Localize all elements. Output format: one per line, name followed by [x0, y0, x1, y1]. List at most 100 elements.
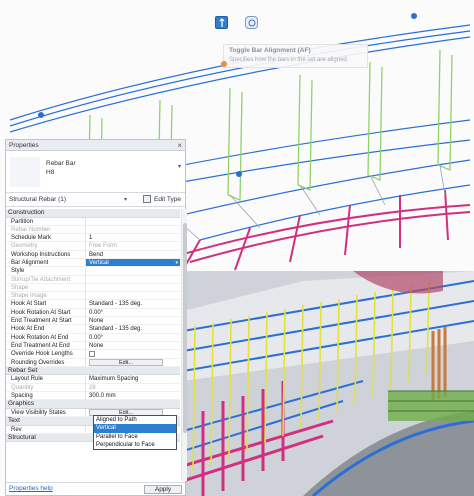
chevron-down-icon[interactable]: ▾ [124, 196, 127, 203]
property-value[interactable]: Bend [86, 251, 180, 258]
property-row: Spacing 300.0 mm [6, 391, 180, 401]
property-label: Style [6, 267, 86, 275]
rebar-type-icon [10, 157, 40, 187]
property-label: Hook At Start [6, 300, 86, 308]
rendered-view [183, 271, 474, 496]
property-row: Hook Rotation At End 0.00° [6, 333, 180, 342]
property-value[interactable]: Vertical ▾ [86, 258, 180, 267]
property-value[interactable]: None [86, 342, 180, 349]
property-label: Override Hook Lengths [6, 350, 86, 358]
property-row: Stirrup/Tie Attachment [6, 275, 180, 284]
property-label: Rebar Number [6, 225, 86, 234]
property-row: Style [6, 267, 180, 276]
type-selector[interactable]: Rebar Bar H8 ▾ [6, 151, 185, 193]
property-value[interactable]: 1 [86, 234, 180, 241]
property-value[interactable] [86, 350, 180, 358]
property-label: Rounding Overrides [6, 358, 86, 366]
close-icon[interactable]: × [177, 141, 182, 150]
property-row: Rebar Number [6, 225, 180, 235]
group-header[interactable]: Graphics [6, 400, 180, 409]
checkbox[interactable] [89, 351, 95, 358]
properties-scrollbar[interactable] [181, 209, 187, 481]
property-value[interactable] [86, 218, 180, 225]
rotation-grip[interactable] [221, 61, 227, 67]
property-value[interactable]: 0.00° [86, 309, 180, 316]
grip-handle[interactable] [38, 112, 44, 118]
property-value[interactable]: Maximum Spacing [86, 375, 180, 382]
property-label: Workshop Instructions [6, 250, 86, 258]
scroll-thumb[interactable] [183, 223, 187, 433]
property-row: End Treatment At End None [6, 341, 180, 351]
property-row: Quantity 28 [6, 383, 180, 392]
transverse-bars [159, 164, 446, 241]
group-header[interactable]: Rebar Set [6, 366, 180, 376]
property-value[interactable]: Standard - 135 deg. [86, 300, 180, 307]
toggle-bar-alignment-button[interactable] [215, 16, 228, 29]
chevron-down-icon[interactable]: ▾ [178, 163, 181, 170]
bar-alignment-value: Vertical [89, 259, 109, 266]
property-label: Partition [6, 217, 86, 225]
property-label: Hook Rotation At Start [6, 308, 86, 317]
property-value[interactable]: Edit... [86, 359, 180, 366]
apply-button[interactable]: Apply [144, 484, 182, 494]
property-row: Shape Image [6, 292, 180, 301]
tooltip-title: Toggle Bar Alignment (AF) [229, 47, 311, 54]
type-name: Rebar Bar H8 [46, 159, 76, 177]
dropdown-option[interactable]: Aligned to Path [94, 416, 176, 424]
grip-handle[interactable] [411, 13, 417, 19]
property-value[interactable]: 300.0 mm [86, 392, 180, 399]
property-value [86, 226, 180, 233]
properties-titlebar: Properties × [6, 140, 185, 151]
chevron-down-icon[interactable]: ▾ [175, 259, 178, 266]
property-row: Hook At End Standard - 135 deg. [6, 325, 180, 334]
property-row: Shape [6, 283, 180, 293]
property-label: View Visibility States [6, 408, 86, 417]
type-family-label: Rebar Bar [46, 160, 76, 167]
type-size-label: H8 [46, 169, 55, 176]
property-label: Quantity [6, 383, 86, 391]
property-label: Hook At End [6, 325, 86, 333]
edit-type-label: Edit Type [154, 195, 181, 203]
property-row: Layout Rule Maximum Spacing [6, 375, 180, 384]
path-rotate-icon [248, 19, 256, 27]
property-row: Bar Alignment Vertical ▾ [6, 258, 180, 268]
property-row: Hook Rotation At Start 0.00° [6, 308, 180, 318]
bar-alignment-dropdown[interactable]: Aligned to Path Vertical Parallel to Face P… [93, 415, 177, 450]
rebar-alignment-icon [219, 18, 225, 27]
dropdown-option[interactable]: Vertical [94, 424, 176, 433]
edit-button[interactable]: Edit... [89, 359, 163, 366]
group-header[interactable]: Construction [6, 209, 180, 218]
properties-panel: Properties × Rebar Bar H8 ▾ Structural R… [5, 139, 187, 496]
property-value[interactable]: Standard - 135 deg. [86, 325, 180, 332]
property-row: Hook At Start Standard - 135 deg. [6, 300, 180, 309]
property-value [86, 292, 180, 299]
property-value[interactable]: None [86, 317, 180, 324]
property-value: Free Form [89, 243, 118, 250]
properties-help-link[interactable]: Properties help [9, 485, 53, 492]
instance-filter[interactable]: Structural Rebar (1) [9, 196, 66, 203]
property-label: Spacing [6, 391, 86, 400]
property-row: Geometry Free Form [6, 242, 180, 251]
property-value[interactable] [86, 267, 180, 274]
property-label: Shape Image [6, 292, 86, 300]
property-row: Rounding Overrides Edit... [6, 358, 180, 367]
property-label: Hook Rotation At End [6, 333, 86, 341]
magenta-bars [179, 189, 471, 276]
property-value [86, 276, 180, 283]
grip-handle[interactable] [236, 171, 242, 177]
dropdown-option[interactable]: Parallel to Face [94, 433, 176, 441]
property-value[interactable]: 0.00° [86, 334, 180, 341]
dropdown-option[interactable]: Perpendicular to Face [94, 441, 176, 449]
property-label: End Treatment At Start [6, 317, 86, 325]
edit-type-button[interactable]: Edit Type [143, 195, 181, 203]
property-label: End Treatment At End [6, 341, 86, 350]
property-row: Schedule Mark 1 [6, 234, 180, 243]
instance-filter-row: Structural Rebar (1) ▾ Edit Type [6, 193, 185, 207]
property-row: Workshop Instructions Bend [6, 250, 180, 259]
tooltip-description: Specifies how the bars in the set are al… [229, 57, 349, 63]
path-rotate-button[interactable] [245, 16, 258, 29]
property-row: End Treatment At Start None [6, 317, 180, 326]
rendered-rebar-image [183, 271, 474, 496]
properties-footer: Properties help Apply [6, 482, 185, 495]
property-label: Geometry [6, 242, 86, 250]
